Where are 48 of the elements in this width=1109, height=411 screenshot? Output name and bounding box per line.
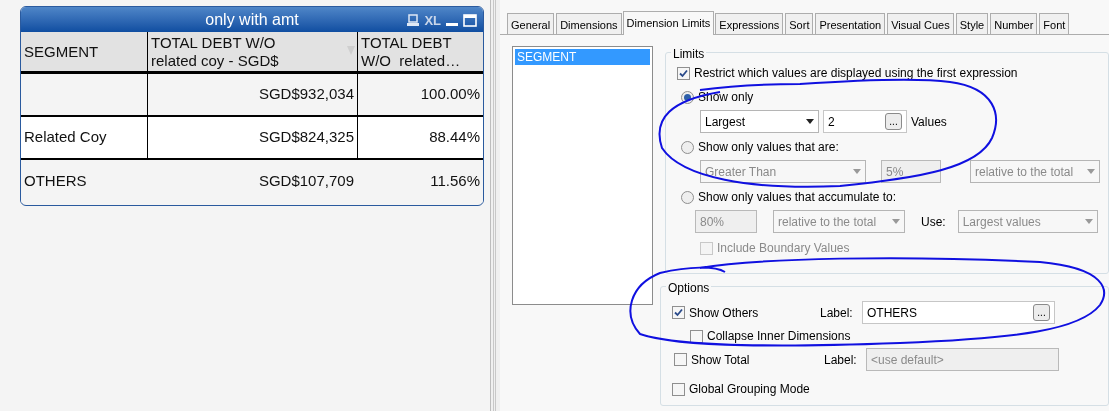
option-label: Collapse Inner Dimensions bbox=[707, 328, 851, 345]
checkbox[interactable] bbox=[677, 66, 690, 80]
column-header[interactable]: TOTAL DEBT W/O related coy - SGD$ bbox=[147, 32, 357, 74]
tab[interactable]: Font bbox=[1039, 13, 1070, 34]
print-icon[interactable] bbox=[407, 14, 420, 28]
dropdown-arrow-icon bbox=[806, 119, 814, 124]
dropdown-arrow-icon bbox=[853, 169, 861, 174]
chart-title: only with amt bbox=[205, 9, 299, 30]
checkbox[interactable] bbox=[672, 382, 685, 396]
maximize-icon[interactable] bbox=[463, 14, 477, 28]
use-label: Use: bbox=[921, 214, 946, 229]
table-cell: 100.00% bbox=[357, 74, 483, 117]
option-label: Global Grouping Mode bbox=[689, 381, 810, 398]
option-label: Show Total bbox=[691, 351, 750, 369]
tab[interactable]: Visual Cues bbox=[887, 13, 954, 34]
tab[interactable]: Dimensions bbox=[556, 13, 622, 34]
tab[interactable]: General bbox=[507, 13, 555, 34]
table-cell: SGD$932,034 bbox=[147, 74, 357, 117]
browse-button[interactable]: ... bbox=[1033, 304, 1050, 321]
browse-button[interactable]: ... bbox=[885, 113, 902, 130]
option-label: Show only values that accumulate to: bbox=[698, 189, 897, 206]
dropdown-arrow-icon bbox=[892, 219, 900, 224]
tab[interactable]: Dimension Limits bbox=[622, 11, 715, 35]
field-caption: Label: bbox=[820, 305, 853, 320]
tab[interactable]: Presentation bbox=[815, 13, 886, 34]
table-cell: SGD$824,325 bbox=[147, 117, 357, 160]
tab[interactable]: Expressions bbox=[715, 13, 784, 34]
option-label: Show Others bbox=[689, 304, 759, 322]
option-label: Show only values that are: bbox=[698, 139, 839, 156]
column-header[interactable]: SEGMENT bbox=[21, 32, 147, 74]
text-field[interactable]: 2 ... bbox=[823, 110, 907, 133]
tab[interactable]: Style bbox=[955, 13, 989, 34]
table-cell: 88.44% bbox=[357, 117, 483, 160]
text-field[interactable]: OTHERS ... bbox=[862, 301, 1055, 324]
option-label: Include Boundary Values bbox=[717, 240, 850, 257]
excel-export-button[interactable]: XL bbox=[424, 11, 441, 31]
checkbox[interactable] bbox=[672, 306, 685, 319]
values-label: Values bbox=[911, 113, 947, 131]
column-header[interactable]: TOTAL DEBT W/O related… bbox=[357, 32, 483, 74]
dropdown-arrow-icon bbox=[1084, 219, 1093, 224]
option-label: Restrict which values are displayed using the first expression bbox=[694, 65, 1018, 82]
checkbox[interactable] bbox=[690, 329, 703, 343]
tab[interactable]: Sort bbox=[785, 13, 814, 34]
field-caption: Label: bbox=[824, 352, 857, 367]
tab[interactable]: Number bbox=[990, 13, 1038, 34]
dropdown-arrow-icon bbox=[1087, 169, 1095, 174]
dropdown[interactable]: Largest bbox=[700, 110, 819, 133]
table-cell: Related Coy bbox=[21, 117, 147, 160]
